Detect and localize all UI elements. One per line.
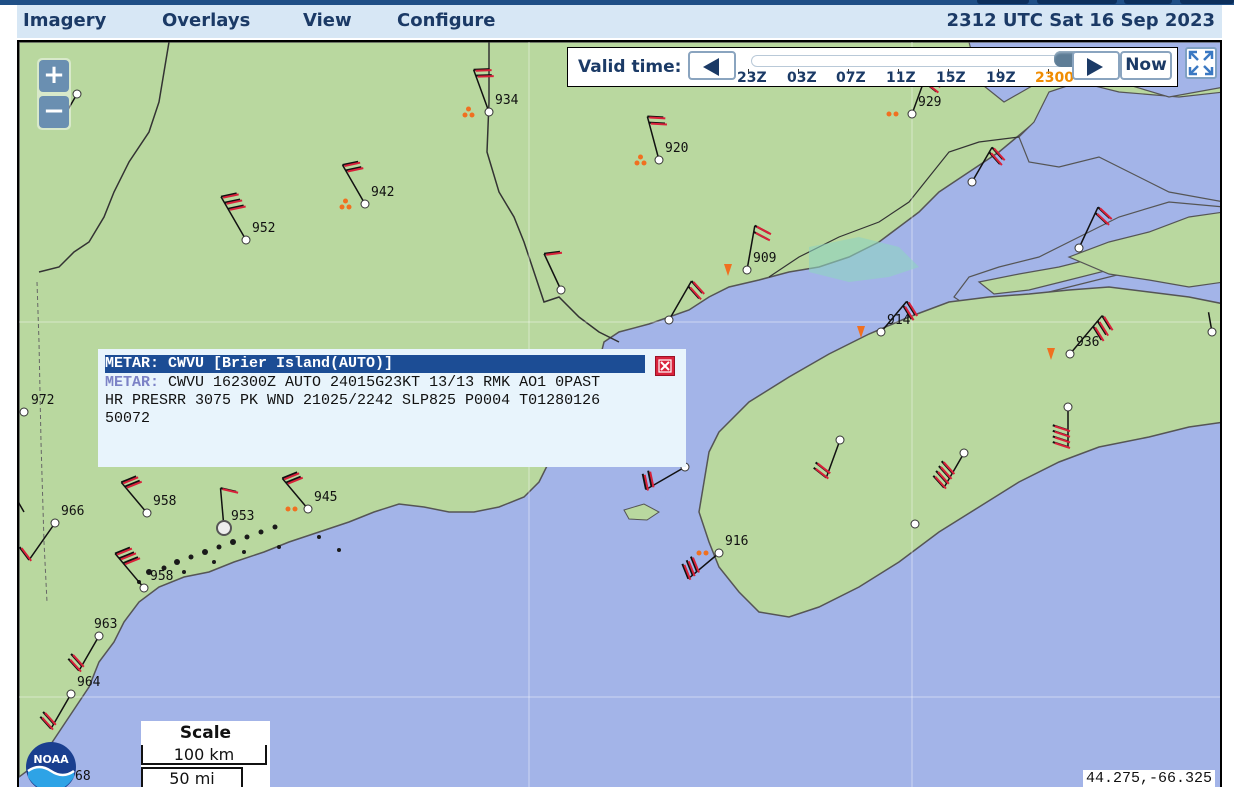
station-marker[interactable] — [1065, 349, 1075, 359]
station-label: 972 — [31, 393, 54, 408]
time-control: Valid time: 23Z 03Z 07Z 11Z 15Z 19Z 2300… — [567, 47, 1178, 87]
station-marker-selected[interactable] — [216, 520, 232, 536]
time-tick-label: 03Z — [787, 70, 817, 86]
time-tick-label-current: 2300 — [1035, 70, 1074, 86]
station-marker[interactable] — [50, 518, 60, 528]
metar-text-line2: HR PRESRR 3075 PK WND 21025/2242 SLP825 … — [105, 392, 601, 409]
time-slider-track[interactable] — [751, 55, 1075, 67]
time-tick-label: 23Z — [737, 70, 767, 86]
top-tab — [977, 0, 1029, 4]
menu-imagery[interactable]: Imagery — [23, 10, 106, 31]
station-label: 914 — [887, 313, 911, 328]
station-marker[interactable] — [907, 109, 917, 119]
map-view[interactable]: 934 929 920 942 952 909 914 936 972 966 … — [17, 40, 1222, 787]
now-button[interactable]: Now — [1120, 51, 1172, 80]
station-label: 920 — [665, 141, 688, 156]
svg-text:NOAA: NOAA — [33, 753, 69, 766]
wind-barb-flag — [475, 69, 492, 72]
station-label: 966 — [61, 504, 84, 519]
station-label: 68 — [75, 769, 91, 784]
valid-datetime: 2312 UTC Sat 16 Sep 2023 — [946, 10, 1215, 31]
right-arrow-icon — [1087, 58, 1103, 76]
station-label: 953 — [231, 509, 254, 524]
fullscreen-button[interactable] — [1185, 47, 1217, 79]
metar-label: METAR: — [105, 374, 160, 391]
station-label: 963 — [94, 617, 117, 632]
station-marker[interactable] — [241, 235, 251, 245]
left-arrow-icon — [703, 58, 719, 76]
scale-mi: 50 mi — [141, 767, 243, 787]
scale-title: Scale — [179, 723, 232, 743]
station-marker[interactable] — [72, 89, 82, 99]
station-marker[interactable] — [139, 583, 149, 593]
metar-text-line3: 50072 — [105, 410, 151, 427]
metar-popup: METAR: CWVU [Brier Island(AUTO)] METAR: … — [98, 349, 686, 467]
station-marker[interactable] — [664, 315, 674, 325]
scale-bar: Scale 100 km 50 mi — [141, 721, 270, 787]
valid-time-label: Valid time: — [578, 57, 682, 77]
time-tick-label: 19Z — [986, 70, 1016, 86]
step-back-button[interactable] — [688, 51, 736, 80]
station-marker[interactable] — [484, 107, 494, 117]
expand-icon — [1188, 50, 1214, 76]
station-label: 958 — [153, 494, 176, 509]
time-tick-label: 11Z — [886, 70, 916, 86]
noaa-logo: NOAA — [26, 742, 76, 787]
top-tab — [1037, 0, 1117, 4]
zoom-in-button[interactable]: + — [39, 60, 69, 92]
station-marker[interactable] — [1063, 402, 1073, 412]
station-label: 952 — [252, 221, 275, 236]
station-marker[interactable] — [303, 504, 313, 514]
station-label: 958 — [150, 569, 173, 584]
station-marker[interactable] — [360, 199, 370, 209]
top-tab — [1124, 0, 1172, 4]
station-marker[interactable] — [66, 689, 76, 699]
station-marker[interactable] — [1074, 243, 1084, 253]
wind-barb-flag — [649, 116, 666, 120]
station-label: 942 — [371, 185, 394, 200]
station-label: 964 — [77, 675, 101, 690]
station-label: 945 — [314, 490, 337, 505]
wind-barb-flag — [477, 75, 494, 78]
time-tick-label: 15Z — [936, 70, 966, 86]
station-label: 909 — [753, 251, 776, 266]
station-marker[interactable] — [835, 435, 845, 445]
station-marker[interactable] — [19, 407, 29, 417]
station-label: 936 — [1076, 335, 1099, 350]
step-forward-button[interactable] — [1072, 51, 1120, 80]
scale-km: 100 km — [141, 745, 267, 765]
station-label: 929 — [918, 95, 941, 110]
station-marker[interactable] — [910, 519, 920, 529]
top-tab — [1180, 0, 1234, 4]
station-marker[interactable] — [714, 548, 724, 558]
station-marker[interactable] — [967, 177, 977, 187]
menu-overlays[interactable]: Overlays — [162, 10, 250, 31]
close-button[interactable] — [655, 356, 675, 376]
station-marker[interactable] — [94, 631, 104, 641]
zoom-out-button[interactable]: − — [39, 96, 69, 128]
station-marker[interactable] — [959, 448, 969, 458]
station-label: 916 — [725, 534, 748, 549]
menu-view[interactable]: View — [303, 10, 352, 31]
metar-text-line1: CWVU 162300Z AUTO 24015G23KT 13/13 RMK A… — [168, 374, 601, 391]
station-marker[interactable] — [1207, 327, 1217, 337]
popup-title: METAR: CWVU [Brier Island(AUTO)] — [105, 355, 645, 373]
station-marker[interactable] — [556, 285, 566, 295]
station-marker[interactable] — [742, 265, 752, 275]
station-marker[interactable] — [654, 155, 664, 165]
station-marker[interactable] — [142, 508, 152, 518]
wind-barb-flag — [650, 122, 668, 126]
zoom-control: + − — [37, 58, 71, 130]
menu-bar: Imagery Overlays View Configure 2312 UTC… — [17, 5, 1222, 38]
close-icon — [658, 359, 672, 373]
popup-body: METAR: CWVU 162300Z AUTO 24015G23KT 13/1… — [105, 374, 645, 428]
cursor-coordinates: 44.275,-66.325 — [1082, 770, 1215, 787]
station-label: 934 — [495, 93, 519, 108]
time-tick-label: 07Z — [836, 70, 866, 86]
menu-configure[interactable]: Configure — [397, 10, 496, 31]
station-marker[interactable] — [876, 327, 886, 337]
